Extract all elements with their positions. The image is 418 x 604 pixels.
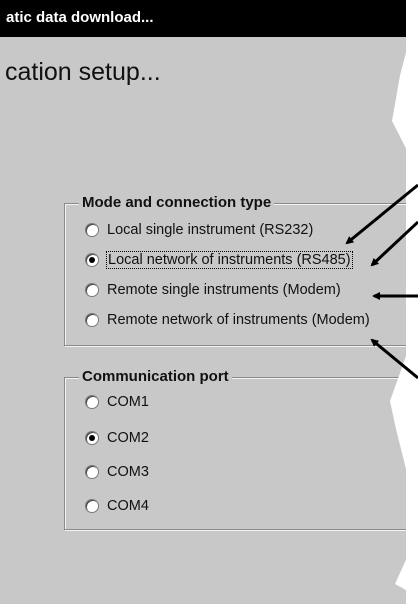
arrow-1 — [345, 183, 418, 245]
arrow-2 — [370, 220, 418, 267]
arrow-4 — [370, 338, 418, 380]
annotation-arrows — [345, 183, 418, 380]
